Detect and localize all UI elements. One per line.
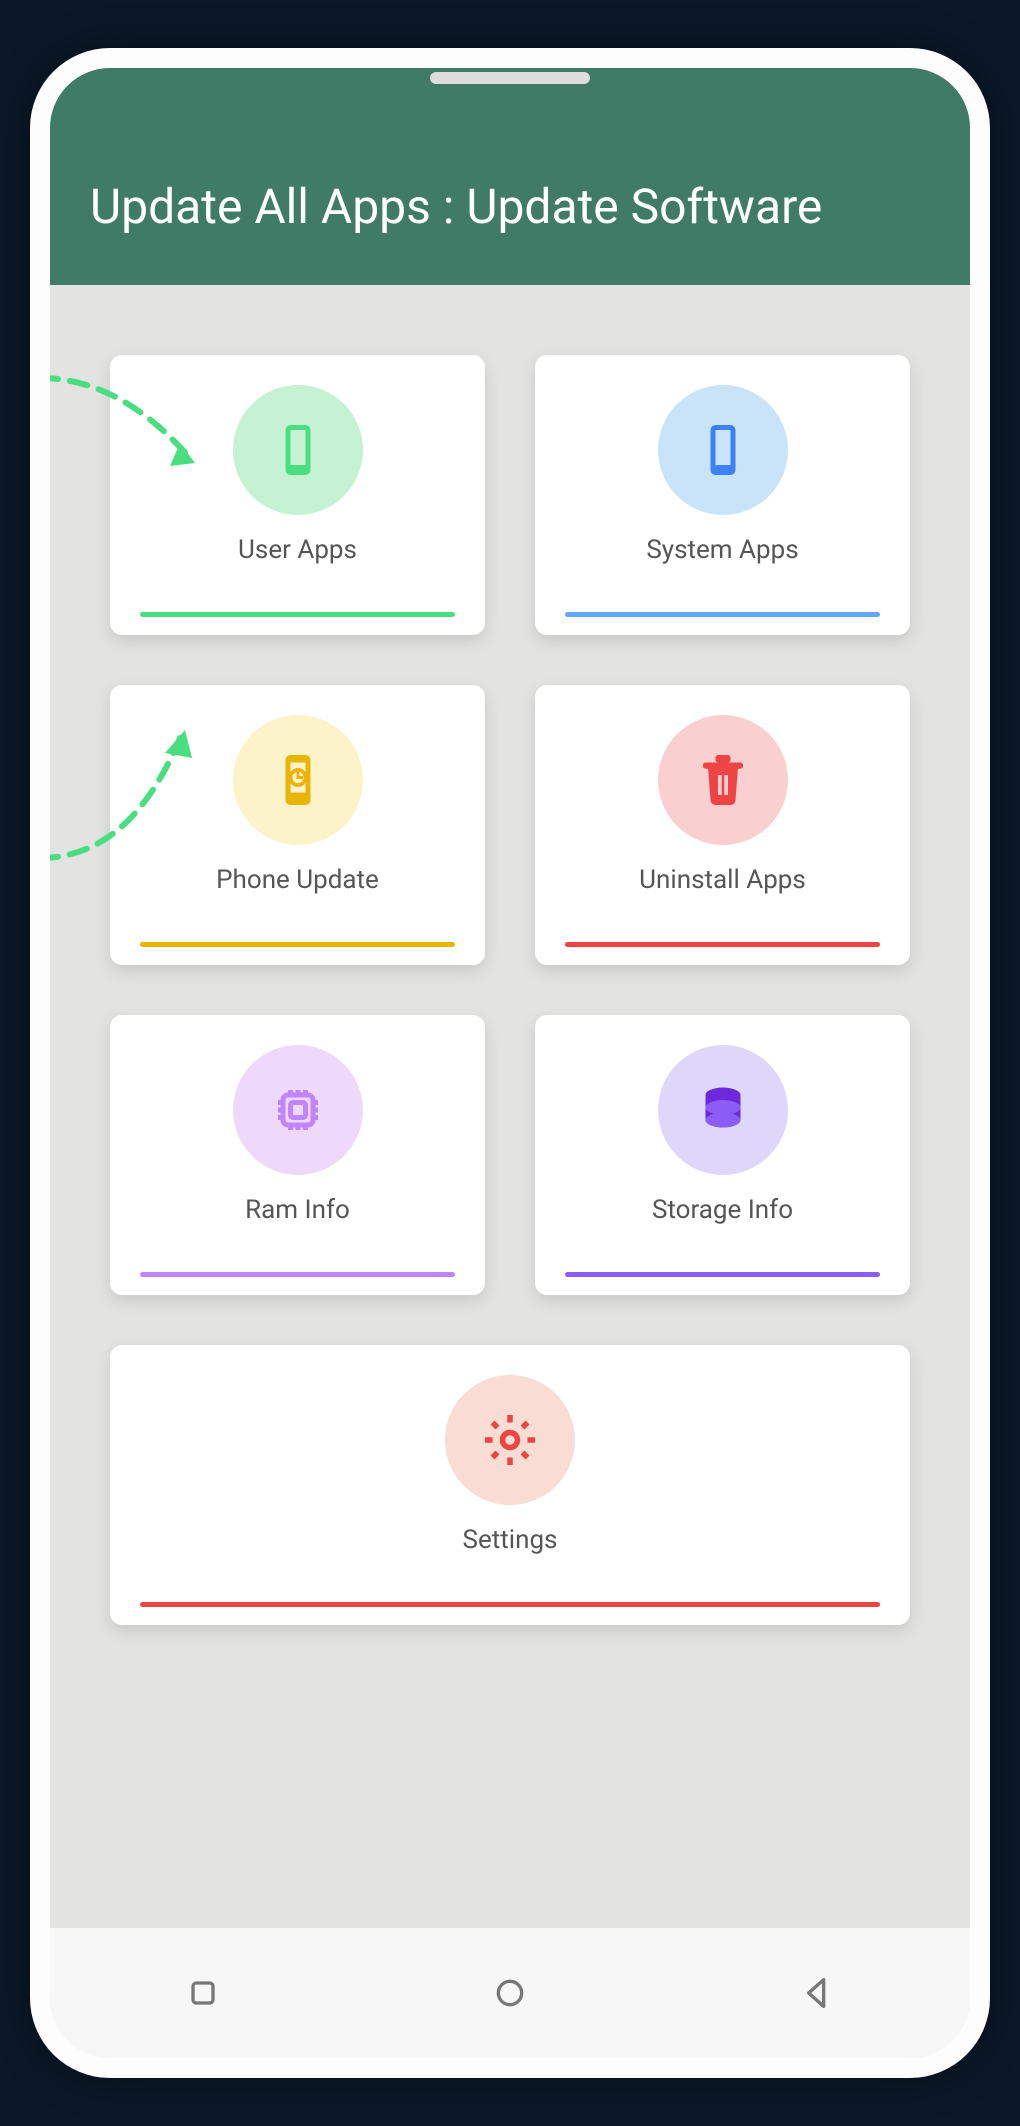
storage-icon [658, 1045, 788, 1175]
home-icon[interactable] [490, 1973, 530, 2013]
uninstall-apps-card[interactable]: Uninstall Apps [535, 685, 910, 965]
ram-info-card[interactable]: Ram Info [110, 1015, 485, 1295]
content-area: User Apps System Apps Phone Update [50, 285, 970, 1665]
chip-icon [233, 1045, 363, 1175]
settings-card[interactable]: Settings [110, 1345, 910, 1625]
app-title: Update All Apps : Update Software [90, 178, 930, 235]
phone-icon [658, 385, 788, 515]
card-label: Storage Info [652, 1195, 793, 1225]
system-apps-card[interactable]: System Apps [535, 355, 910, 635]
update-icon [233, 715, 363, 845]
card-underline [140, 1272, 455, 1277]
storage-info-card[interactable]: Storage Info [535, 1015, 910, 1295]
card-label: Settings [463, 1525, 558, 1555]
card-grid: User Apps System Apps Phone Update [110, 355, 910, 1625]
phone-screen: Update All Apps : Update Software User A… [50, 68, 970, 2058]
navigation-bar [50, 1928, 970, 2058]
card-underline [565, 942, 880, 947]
trash-icon [658, 715, 788, 845]
card-label: Ram Info [245, 1195, 350, 1225]
card-underline [565, 612, 880, 617]
card-label: System Apps [646, 535, 798, 565]
phone-frame: Update All Apps : Update Software User A… [30, 48, 990, 2078]
app-header: Update All Apps : Update Software [50, 68, 970, 285]
phone-icon [233, 385, 363, 515]
recent-apps-icon[interactable] [183, 1973, 223, 2013]
card-label: User Apps [238, 535, 357, 565]
card-label: Uninstall Apps [639, 865, 806, 895]
notch [430, 72, 590, 84]
card-underline [140, 612, 455, 617]
tutorial-arrow-icon [50, 368, 240, 488]
card-underline [140, 942, 455, 947]
gear-icon [445, 1375, 575, 1505]
card-underline [140, 1602, 880, 1607]
tutorial-arrow-icon [50, 708, 220, 868]
card-label: Phone Update [216, 865, 379, 895]
back-icon[interactable] [797, 1973, 837, 2013]
card-underline [565, 1272, 880, 1277]
